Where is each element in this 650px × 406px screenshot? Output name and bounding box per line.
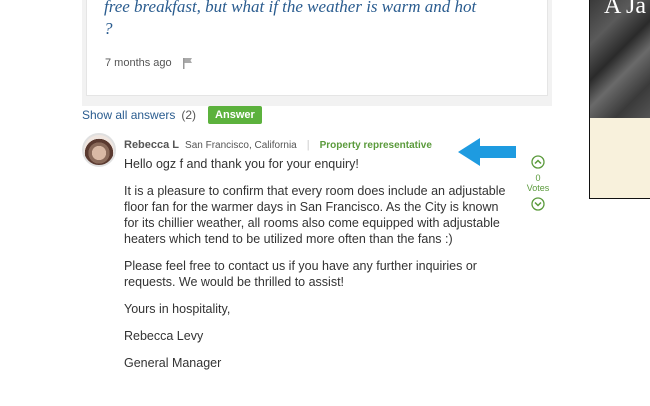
author-name[interactable]: Rebecca L <box>124 139 179 151</box>
question-meta: 7 months ago <box>105 57 194 69</box>
vote-down-icon[interactable] <box>531 197 545 211</box>
show-all-answers-link[interactable]: Show all answers <box>82 108 175 122</box>
author-location: San Francisco, California <box>185 140 297 151</box>
author-line: Rebecca L San Francisco, California | Pr… <box>124 139 432 151</box>
vote-label: Votes <box>526 183 550 193</box>
answer-paragraph: Please feel free to contact us if you ha… <box>124 259 477 289</box>
sidebar-title: A Ja <box>604 0 646 19</box>
answer-paragraph: Yours in hospitality, <box>124 302 231 316</box>
answer-body: Hello ogz f and thank you for your enqui… <box>124 156 514 382</box>
avatar[interactable] <box>82 133 116 167</box>
question-text: free breakfast, but what if the weather … <box>104 0 544 40</box>
answer-count: (2) <box>181 108 197 122</box>
author-separator: | <box>306 139 310 151</box>
answer-button[interactable]: Answer <box>208 106 262 124</box>
answer-paragraph: It is a pleasure to confirm that every r… <box>124 184 506 246</box>
answers-bar: Show all answers (2) Answer <box>82 106 262 124</box>
flag-icon[interactable] <box>182 57 194 69</box>
answer-paragraph: Hello ogz f and thank you for your enqui… <box>124 157 359 171</box>
property-rep-badge: Property representative <box>319 140 432 151</box>
answer-paragraph: General Manager <box>124 356 222 370</box>
question-time: 7 months ago <box>105 57 172 69</box>
vote-count: 0 <box>535 173 541 183</box>
sidebar-ad-panel[interactable]: A Ja <box>589 0 650 199</box>
question-text-line2: ? <box>104 19 113 38</box>
question-text-line1: free breakfast, but what if the weather … <box>104 0 477 16</box>
vote-up-icon[interactable] <box>531 155 545 169</box>
answer-paragraph: Rebecca Levy <box>124 329 204 343</box>
votes-widget: 0 Votes <box>524 155 552 211</box>
